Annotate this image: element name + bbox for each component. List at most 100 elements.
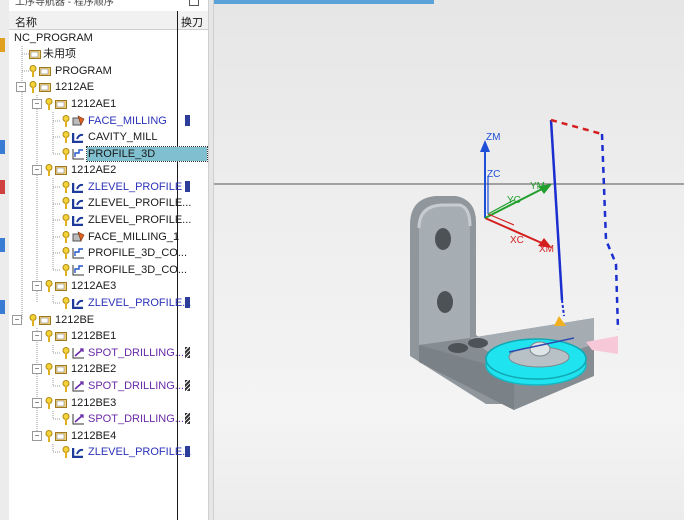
collapse-toggle[interactable]: − [32,165,42,175]
axis-label-zm: ZM [486,132,500,143]
tree-row-label[interactable]: FACE_MILLING_1 [87,230,180,244]
collapse-toggle[interactable]: − [12,315,22,325]
tree-row-label[interactable]: SPOT_DRILLING... [87,346,185,360]
status-key-icon [62,148,70,160]
model-scene[interactable]: ZM ZC YC YM XC XM [214,0,684,520]
tree-row-label[interactable]: ZLEVEL_PROFILE... [87,296,192,310]
tree-row-profile-3d[interactable]: PROFILE_3D [9,146,208,162]
tree-row-zlevel-profile[interactable]: ZLEVEL_PROFILE... [9,195,208,211]
tool-change-marker [185,413,190,424]
status-key-icon [29,314,37,326]
program-folder-icon [39,83,51,92]
tree-row-face-milling[interactable]: FACE_MILLING [9,113,208,129]
tree-row-nc-program[interactable]: NC_PROGRAM [9,30,208,46]
tool-change-marker [185,115,190,126]
profile-3d-icon [72,265,84,276]
status-key-icon [62,181,70,193]
tree-row-zlevel-profile[interactable]: ZLEVEL_PROFILE... [9,295,208,311]
collapse-toggle[interactable]: − [32,364,42,374]
tree-row-label[interactable]: 1212BE1 [70,329,117,343]
profile-3d-icon [72,149,84,160]
tree-row-label[interactable]: 1212BE4 [70,429,117,443]
tool-change-marker [185,297,190,308]
axis-label-ym: YM [530,181,545,192]
collapse-toggle[interactable]: − [32,99,42,109]
operation-navigator: 工序导航器 - 程序顺序 名称 换刀 NC_PROGRAM 未用项 PROGRA… [9,0,208,520]
wcs-axes [480,140,552,248]
face-milling-icon [72,231,85,242]
status-key-icon [62,297,70,309]
tree-row-label[interactable]: CAVITY_MILL [87,130,159,144]
cavity-mill-icon [72,133,84,143]
tree-row-program[interactable]: PROGRAM [9,63,208,79]
tree-row-1212be4[interactable]: − 1212BE4 [9,428,208,444]
tree-row-label[interactable]: FACE_MILLING [87,114,168,128]
face-milling-icon [72,115,85,126]
tree-row-1212be[interactable]: − 1212BE [9,312,208,328]
program-folder-icon [55,100,67,109]
tree-row-zlevel-profile[interactable]: ZLEVEL_PROFILE... [9,444,208,460]
tree-row-label[interactable]: 1212AE3 [70,279,117,293]
tree-row-face-milling-1[interactable]: FACE_MILLING_1 [9,229,208,245]
program-folder-icon [55,332,67,341]
tree-row-spot-drilling[interactable]: SPOT_DRILLING... [9,378,208,394]
collapse-toggle[interactable]: − [16,82,26,92]
tree-row-label[interactable]: 1212AE1 [70,97,117,111]
tree-row-label[interactable]: 1212AE [54,80,95,94]
collapse-toggle[interactable]: − [32,431,42,441]
profile-3d-icon [72,248,84,259]
tree-row-1212ae1[interactable]: − 1212AE1 [9,96,208,112]
tree-row-label[interactable]: 未用项 [42,47,77,61]
spot-drilling-icon [72,381,84,392]
graphics-viewport[interactable]: ZM ZC YC YM XC XM [214,0,684,520]
tree-row-label[interactable]: 1212AE2 [70,163,117,177]
tree-row-spot-drilling[interactable]: SPOT_DRILLING... [9,411,208,427]
tree-row-label[interactable]: ZLEVEL_PROFILE... [87,196,192,210]
tree-row-spot-drilling[interactable]: SPOT_DRILLING... [9,345,208,361]
zlevel-profile-icon [72,299,84,309]
tree-row-1212be1[interactable]: − 1212BE1 [9,328,208,344]
tool-change-marker [185,347,190,358]
tree-row-1212ae2[interactable]: − 1212AE2 [9,162,208,178]
tree-row-cavity-mill[interactable]: CAVITY_MILL [9,129,208,145]
collapse-toggle[interactable]: − [32,398,42,408]
tree-row-label[interactable]: PROFILE_3D [86,146,208,162]
zlevel-profile-icon [72,448,84,458]
tool-change-marker [185,380,190,391]
tree-row-label[interactable]: PROFILE_3D_CO... [87,246,188,260]
tree-row-label[interactable]: PROFILE_3D_CO... [87,263,188,277]
tree-row-profile-3d-co[interactable]: PROFILE_3D_CO... [9,245,208,261]
status-key-icon [62,247,70,259]
status-key-icon [45,430,53,442]
status-key-icon [62,347,70,359]
tree-row-label[interactable]: SPOT_DRILLING... [87,412,185,426]
tree-row-unused[interactable]: 未用项 [9,46,208,62]
collapse-toggle[interactable]: − [32,331,42,341]
tree-row-1212be2[interactable]: − 1212BE2 [9,361,208,377]
tree-row-label[interactable]: ZLEVEL_PROFILE [87,180,183,194]
zlevel-profile-icon [72,199,84,209]
status-key-icon [62,446,70,458]
tree-row-label[interactable]: NC_PROGRAM [13,31,94,45]
axis-label-xc: XC [510,235,524,246]
tree-row-label[interactable]: SPOT_DRILLING... [87,379,185,393]
status-key-icon [62,231,70,243]
tree-row-label[interactable]: PROGRAM [54,64,113,78]
tree-row-zlevel-profile[interactable]: ZLEVEL_PROFILE [9,179,208,195]
tree-row-1212be3[interactable]: − 1212BE3 [9,395,208,411]
tree-row-zlevel-profile[interactable]: ZLEVEL_PROFILE... [9,212,208,228]
status-key-icon [45,164,53,176]
tree-row-label[interactable]: 1212BE3 [70,396,117,410]
program-folder-icon [39,316,51,325]
zlevel-profile-icon [72,216,84,226]
tree-row-label[interactable]: ZLEVEL_PROFILE... [87,445,192,459]
tree-row-1212ae[interactable]: − 1212AE [9,79,208,95]
tree-row-label[interactable]: 1212BE2 [70,362,117,376]
tree-row-label[interactable]: 1212BE [54,313,95,327]
collapse-toggle[interactable]: − [32,281,42,291]
tree-row-label[interactable]: ZLEVEL_PROFILE... [87,213,192,227]
folder-icon [29,50,41,59]
tree-row-1212ae3[interactable]: − 1212AE3 [9,278,208,294]
tree-row-profile-3d-co[interactable]: PROFILE_3D_CO... [9,262,208,278]
status-key-icon [45,330,53,342]
